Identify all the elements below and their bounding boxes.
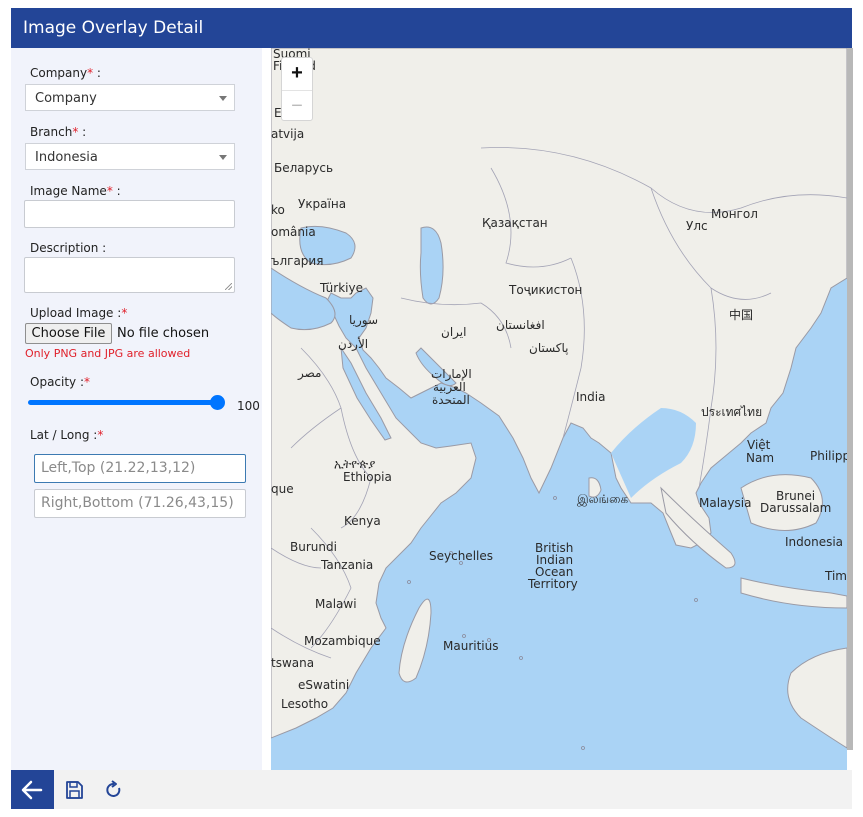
map-label: Tanzania <box>320 558 373 572</box>
map-label: مصر <box>297 366 321 381</box>
map-label: atvija <box>271 127 304 141</box>
map-label: Монгол <box>711 207 758 221</box>
map-label: ko <box>271 203 285 217</box>
map-label: Беларусь <box>274 161 333 175</box>
map-label: Mauritius <box>443 639 498 653</box>
company-label: Company* : <box>30 66 101 80</box>
opacity-label: Opacity :* <box>30 375 91 389</box>
right-bottom-input[interactable]: Right,Bottom (71.26,43,15) <box>34 489 246 518</box>
map-label: افغانستان <box>496 318 545 332</box>
map-label: que <box>271 482 294 496</box>
map-label: tswana <box>271 656 314 670</box>
choose-file-button[interactable]: Choose File <box>25 323 112 344</box>
map-label: الأردن <box>338 336 368 352</box>
map-label: Indonesia <box>785 535 843 549</box>
company-select[interactable]: Company <box>25 84 235 111</box>
latlong-label: Lat / Long :* <box>30 428 104 442</box>
zoom-control: + − <box>281 57 313 121</box>
resize-grip-icon[interactable] <box>225 283 232 290</box>
image-name-label: Image Name* : <box>30 184 121 198</box>
map-label: Lesotho <box>281 697 328 711</box>
map-label: Burundi <box>290 540 337 554</box>
image-name-input[interactable] <box>24 200 235 228</box>
left-top-input[interactable]: Left,Top (21.22,13,12) <box>34 454 246 483</box>
upload-label: Upload Image :* <box>30 306 128 320</box>
frame-right <box>852 8 863 768</box>
opacity-slider-track[interactable] <box>28 400 224 405</box>
back-button[interactable] <box>11 770 54 809</box>
map-canvas: Suomi Finland E atvija Беларусь ko Украї… <box>271 48 847 750</box>
branch-select[interactable]: Indonesia <box>25 143 235 170</box>
map-label: ایران <box>441 325 466 340</box>
map-label: Territory <box>527 577 578 591</box>
map-scrollbar[interactable] <box>847 48 853 750</box>
map-label: Tim <box>824 569 847 583</box>
map-label: سوريا <box>349 313 378 328</box>
floppy-disk-icon <box>66 781 83 799</box>
map-label: پاکستان <box>529 341 569 355</box>
refresh-icon <box>106 780 121 797</box>
map-label: Mozambique <box>304 634 381 648</box>
description-label: Description : <box>30 241 107 255</box>
map-label: Kenya <box>344 514 381 528</box>
map-label: Тоҷикистон <box>508 283 582 297</box>
map-view[interactable]: Suomi Finland E atvija Беларусь ko Украї… <box>271 48 847 770</box>
header-bar: Image Overlay Detail <box>11 8 852 48</box>
company-value: Company <box>35 91 97 106</box>
branch-label: Branch* : <box>30 125 87 139</box>
map-label: ประเทศไทย <box>701 405 762 419</box>
map-label: Việt <box>747 438 771 452</box>
map-label: Malaysia <box>699 496 751 510</box>
arrow-left-icon <box>21 780 43 800</box>
map-label: Улс <box>686 219 708 233</box>
no-file-text: No file chosen <box>117 326 210 341</box>
zoom-in-button[interactable]: + <box>282 58 312 89</box>
map-label: Darussalam <box>760 501 831 515</box>
zoom-out-button[interactable]: − <box>282 90 312 120</box>
map-label: இலங்கை <box>577 492 629 507</box>
map-label: Malawi <box>315 597 357 611</box>
footer-toolbar <box>11 770 852 809</box>
file-type-hint: Only PNG and JPG are allowed <box>25 347 191 360</box>
map-label: Қазақстан <box>482 216 548 230</box>
description-textarea[interactable] <box>24 257 235 293</box>
opacity-value: 100 <box>237 399 260 413</box>
map-label: المتحدة <box>432 393 470 407</box>
map-label: Ethiopia <box>343 470 392 484</box>
map-label: Türkiye <box>319 281 363 295</box>
map-label: Nam <box>746 451 774 465</box>
chevron-down-icon <box>219 155 227 160</box>
map-label: ългария <box>271 254 323 268</box>
map-label: omânia <box>271 225 316 239</box>
page-title: Image Overlay Detail <box>23 18 204 38</box>
save-button[interactable] <box>63 779 85 801</box>
map-label: Seychelles <box>429 549 493 563</box>
branch-value: Indonesia <box>35 150 98 165</box>
map-label: eSwatini <box>298 678 349 692</box>
map-label: Україна <box>298 197 346 211</box>
opacity-slider-thumb[interactable] <box>210 395 225 410</box>
map-label: 中国 <box>729 307 753 322</box>
chevron-down-icon <box>219 96 227 101</box>
frame-left <box>0 8 11 817</box>
map-label: India <box>576 390 605 404</box>
map-label: ኢትዮጵያ <box>334 457 375 471</box>
map-label: Philipp <box>810 449 847 463</box>
refresh-button[interactable] <box>103 779 125 801</box>
